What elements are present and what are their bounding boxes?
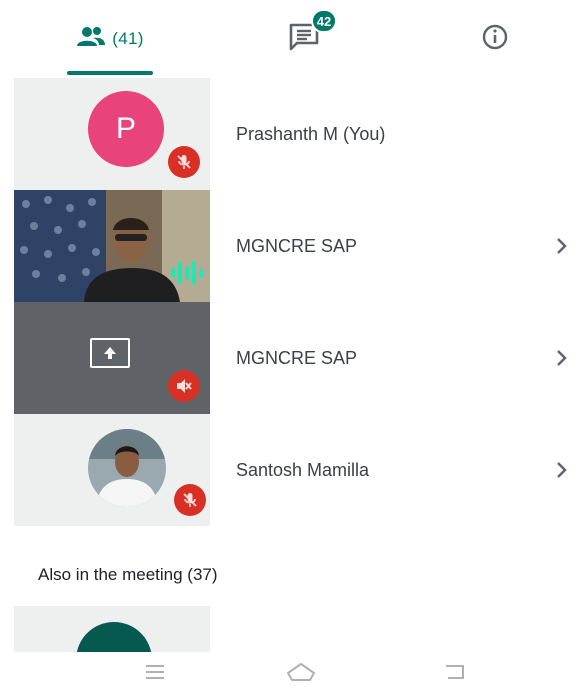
participant-video-tile xyxy=(14,190,210,302)
participant-row[interactable]: MGNCRE SAP xyxy=(0,302,582,414)
participant-tile: P xyxy=(14,78,210,190)
avatar: P xyxy=(88,91,164,167)
section-title-also-in-meeting: Also in the meeting (37) xyxy=(38,565,218,584)
participant-name: MGNCRE SAP xyxy=(236,347,358,368)
avatar xyxy=(88,429,166,507)
menu-icon[interactable] xyxy=(130,652,180,692)
mic-off-icon xyxy=(168,146,200,178)
present-screen-icon xyxy=(90,338,130,368)
participant-row[interactable]: P Prashanth M (You) xyxy=(0,78,582,190)
participant-tile[interactable] xyxy=(14,606,210,652)
participant-name: Santosh Mamilla xyxy=(236,459,370,480)
tab-info[interactable] xyxy=(440,0,550,78)
people-count: (41) xyxy=(112,29,144,48)
tab-people[interactable]: (41) xyxy=(30,0,190,78)
participant-name: MGNCRE SAP xyxy=(236,235,358,256)
tab-chat[interactable] xyxy=(245,0,365,78)
info-icon xyxy=(481,23,509,56)
people-icon xyxy=(76,26,106,53)
chat-badge: 42 xyxy=(311,9,337,33)
system-nav-bar xyxy=(0,652,582,692)
active-tab-indicator xyxy=(67,71,153,75)
chevron-right-icon[interactable] xyxy=(554,414,568,526)
volume-off-icon xyxy=(168,370,200,402)
chevron-right-icon[interactable] xyxy=(554,302,568,414)
back-icon[interactable] xyxy=(430,652,480,692)
participant-tile xyxy=(14,414,210,526)
tab-bar: (41) 42 xyxy=(0,0,582,79)
mic-off-icon xyxy=(174,484,206,516)
participant-name: Prashanth M (You) xyxy=(236,123,386,144)
chevron-right-icon[interactable] xyxy=(554,190,568,302)
participant-row[interactable]: MGNCRE SAP xyxy=(0,190,582,302)
audio-speaking-icon xyxy=(168,258,206,288)
home-icon[interactable] xyxy=(276,652,326,692)
avatar xyxy=(76,622,152,652)
participant-row[interactable]: Santosh Mamilla xyxy=(0,414,582,526)
presentation-tile xyxy=(14,302,210,414)
